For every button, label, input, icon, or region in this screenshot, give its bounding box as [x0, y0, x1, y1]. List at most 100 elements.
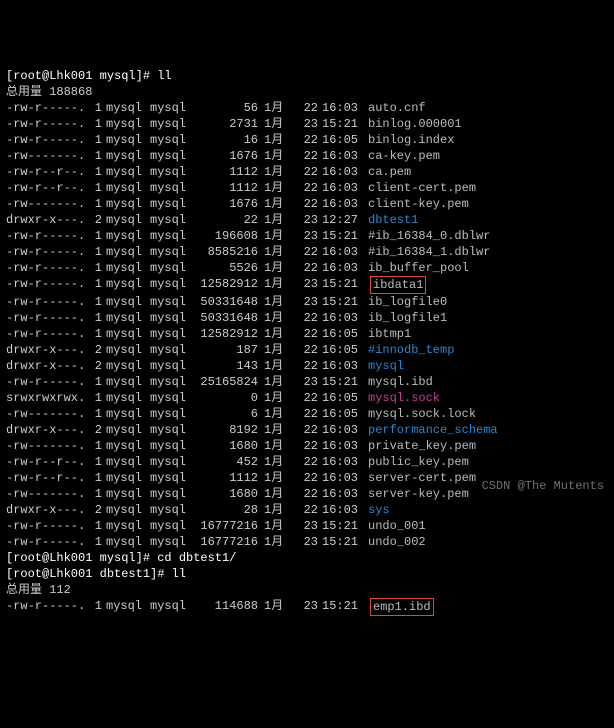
group: mysql	[150, 326, 192, 342]
filename: dbtest1	[368, 213, 418, 227]
file-row: -rw-------.1mysqlmysql16801月2216:03priva…	[6, 438, 608, 454]
day: 22	[290, 148, 318, 164]
month: 1月	[264, 132, 290, 148]
file-row: srwxrwxrwx.1mysqlmysql01月2216:05mysql.so…	[6, 390, 608, 406]
perms: -rw-------.	[6, 438, 88, 454]
group: mysql	[150, 116, 192, 132]
month: 1月	[264, 406, 290, 422]
month: 1月	[264, 422, 290, 438]
perms: -rw-r-----.	[6, 534, 88, 550]
day: 22	[290, 342, 318, 358]
month: 1月	[264, 470, 290, 486]
file-row: drwxr-x---.2mysqlmysql1431月2216:03mysql	[6, 358, 608, 374]
perms: -rw-r-----.	[6, 244, 88, 260]
links: 1	[88, 326, 102, 342]
day: 23	[290, 598, 318, 616]
owner: mysql	[106, 100, 148, 116]
file-row: -rw-------.1mysqlmysql16761月2216:03ca-ke…	[6, 148, 608, 164]
month: 1月	[264, 294, 290, 310]
group: mysql	[150, 180, 192, 196]
links: 2	[88, 358, 102, 374]
links: 2	[88, 502, 102, 518]
prompt-line[interactable]: [root@Lhk001 dbtest1]# ll	[6, 566, 608, 582]
filename: ibdata1	[370, 276, 426, 294]
group: mysql	[150, 212, 192, 228]
file-row: -rw-r-----.1mysqlmysql167772161月2315:21u…	[6, 518, 608, 534]
time: 12:27	[322, 212, 364, 228]
time: 15:21	[322, 276, 364, 294]
file-row: -rw-r--r--.1mysqlmysql11121月2216:03clien…	[6, 180, 608, 196]
time: 15:21	[322, 534, 364, 550]
owner: mysql	[106, 164, 148, 180]
links: 1	[88, 164, 102, 180]
filename-wrap: auto.cnf	[368, 100, 426, 116]
day: 22	[290, 406, 318, 422]
prompt-line[interactable]: [root@Lhk001 mysql]# ll	[6, 68, 608, 84]
group: mysql	[150, 196, 192, 212]
file-row: drwxr-x---.2mysqlmysql1871月2216:05#innod…	[6, 342, 608, 358]
file-row: drwxr-x---.2mysqlmysql81921月2216:03perfo…	[6, 422, 608, 438]
links: 1	[88, 374, 102, 390]
month: 1月	[264, 358, 290, 374]
perms: -rw-r-----.	[6, 260, 88, 276]
day: 22	[290, 454, 318, 470]
size: 16777216	[192, 518, 258, 534]
group: mysql	[150, 342, 192, 358]
time: 15:21	[322, 518, 364, 534]
perms: -rw-r--r--.	[6, 454, 88, 470]
time: 16:05	[322, 132, 364, 148]
time: 16:03	[322, 196, 364, 212]
day: 22	[290, 502, 318, 518]
owner: mysql	[106, 470, 148, 486]
owner: mysql	[106, 196, 148, 212]
day: 22	[290, 422, 318, 438]
time: 15:21	[322, 228, 364, 244]
prompt-line[interactable]: [root@Lhk001 mysql]# cd dbtest1/	[6, 550, 608, 566]
time: 16:03	[322, 244, 364, 260]
filename-wrap: undo_002	[368, 534, 426, 550]
group: mysql	[150, 454, 192, 470]
filename: undo_001	[368, 519, 426, 533]
owner: mysql	[106, 260, 148, 276]
perms: -rw-r-----.	[6, 518, 88, 534]
time: 16:05	[322, 326, 364, 342]
time: 16:03	[322, 260, 364, 276]
owner: mysql	[106, 342, 148, 358]
links: 1	[88, 518, 102, 534]
file-row: -rw-r-----.1mysqlmysql125829121月2216:05i…	[6, 326, 608, 342]
filename: ca.pem	[368, 165, 411, 179]
filename: client-key.pem	[368, 197, 469, 211]
owner: mysql	[106, 518, 148, 534]
file-row: -rw-r-----.1mysqlmysql561月2216:03auto.cn…	[6, 100, 608, 116]
month: 1月	[264, 342, 290, 358]
file-row: -rw-r-----.1mysqlmysql125829121月2315:21i…	[6, 276, 608, 294]
filename-wrap: ib_buffer_pool	[368, 260, 469, 276]
links: 1	[88, 116, 102, 132]
day: 22	[290, 358, 318, 374]
filename-wrap: undo_001	[368, 518, 426, 534]
file-row: drwxr-x---.2mysqlmysql221月2312:27dbtest1	[6, 212, 608, 228]
file-row: -rw-r-----.1mysqlmysql55261月2216:03ib_bu…	[6, 260, 608, 276]
links: 1	[88, 294, 102, 310]
file-row: -rw-------.1mysqlmysql61月2216:05mysql.so…	[6, 406, 608, 422]
owner: mysql	[106, 454, 148, 470]
time: 16:03	[322, 422, 364, 438]
time: 16:05	[322, 406, 364, 422]
size: 2731	[192, 116, 258, 132]
time: 15:21	[322, 294, 364, 310]
time: 16:03	[322, 148, 364, 164]
time: 16:03	[322, 470, 364, 486]
month: 1月	[264, 228, 290, 244]
group: mysql	[150, 132, 192, 148]
month: 1月	[264, 534, 290, 550]
month: 1月	[264, 374, 290, 390]
perms: drwxr-x---.	[6, 358, 88, 374]
group: mysql	[150, 310, 192, 326]
size: 1112	[192, 164, 258, 180]
day: 22	[290, 470, 318, 486]
filename-wrap: private_key.pem	[368, 438, 476, 454]
size: 16	[192, 132, 258, 148]
filename-wrap: ib_logfile0	[368, 294, 447, 310]
owner: mysql	[106, 534, 148, 550]
links: 1	[88, 598, 102, 616]
